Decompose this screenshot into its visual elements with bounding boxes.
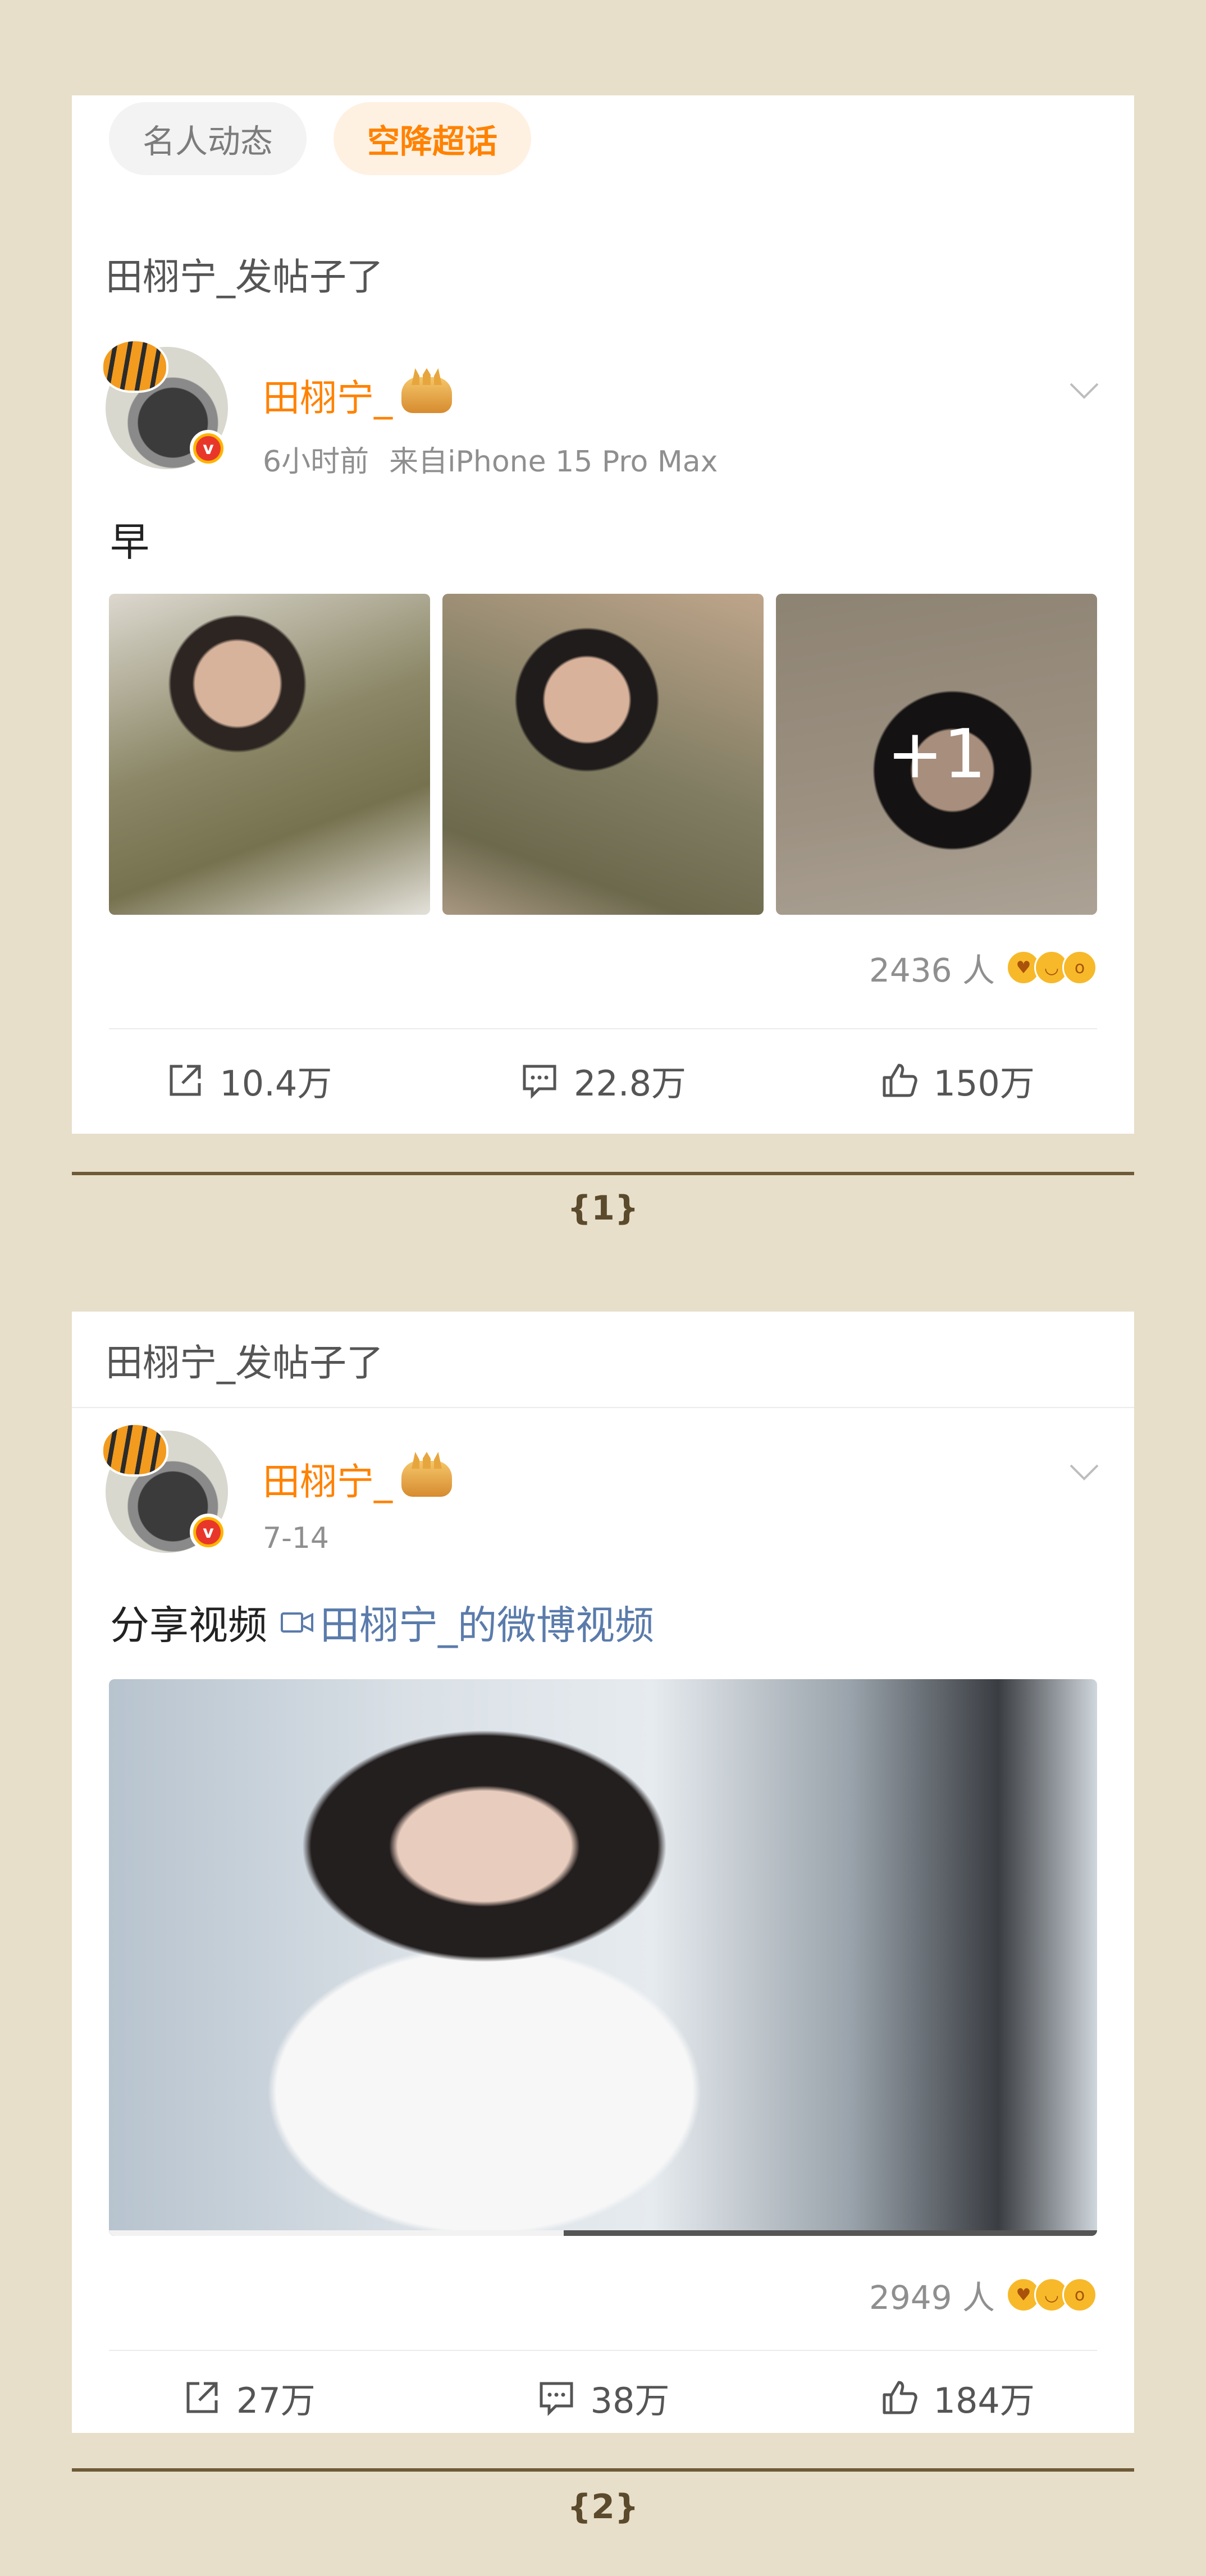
reaction-emojis: ♥ ◡ o xyxy=(1006,950,1097,985)
reaction-count: 2436 人 xyxy=(869,951,995,989)
author-row: 田栩宁_ xyxy=(263,1452,452,1506)
post-image-2[interactable] xyxy=(442,594,764,915)
repost-count: 27万 xyxy=(236,2380,316,2421)
page-number-2: {2} xyxy=(567,2487,639,2527)
avatar[interactable]: v xyxy=(101,339,228,469)
post-body: 早 xyxy=(110,519,149,565)
page-number-1: {1} xyxy=(567,1189,639,1228)
reaction-summary[interactable]: 2949 人 ♥ ◡ o xyxy=(869,2271,1097,2318)
video-progress-fill xyxy=(109,2230,564,2236)
video-player[interactable] xyxy=(109,1679,1097,2236)
like-count: 184万 xyxy=(933,2380,1035,2421)
repost-icon xyxy=(170,1065,201,1096)
author-row: 田栩宁_ xyxy=(263,368,452,422)
post-card-2: 田栩宁_发帖子了 v 田栩宁_ 7-14 分享视频 田栩宁_的微博视频 2949… xyxy=(72,1312,1134,2433)
comment-icon xyxy=(540,2382,573,2417)
post-image-1[interactable] xyxy=(109,594,430,915)
author-name[interactable]: 田栩宁_ xyxy=(263,1452,392,1506)
post-meta: 6小时前 来自iPhone 15 Pro Max xyxy=(263,438,718,480)
post-card-1: 名人动态 空降超话 田栩宁_发帖子了 v 田栩宁_ 6小时前 来自iPhone … xyxy=(72,95,1134,1134)
video-icon xyxy=(281,1612,313,1633)
post-header: 田栩宁_发帖子了 xyxy=(106,1341,383,1385)
reaction-summary[interactable]: 2436 人 ♥ ◡ o xyxy=(869,944,1097,991)
reaction-emojis: ♥ ◡ o xyxy=(1006,2277,1097,2312)
comment-button[interactable]: 38万 xyxy=(426,2367,780,2428)
like-count: 150万 xyxy=(933,1063,1035,1104)
page-ribbon-2 xyxy=(72,2468,1134,2472)
repost-icon xyxy=(186,2382,218,2413)
divider xyxy=(72,1407,1134,1408)
post-header: 田栩宁_发帖子了 xyxy=(106,255,383,299)
emoji-wow-icon: o xyxy=(1062,2277,1097,2312)
video-link-text: 田栩宁_的微博视频 xyxy=(320,1602,654,1648)
divider xyxy=(109,2350,1097,2351)
author-name[interactable]: 田栩宁_ xyxy=(263,368,392,422)
tab-chips: 名人动态 空降超话 xyxy=(109,102,532,175)
comment-button[interactable]: 22.8万 xyxy=(426,1049,780,1111)
repost-count: 10.4万 xyxy=(220,1063,332,1104)
post-time: 7-14 xyxy=(263,1521,330,1555)
comment-icon xyxy=(523,1065,556,1099)
verified-badge-icon: v xyxy=(190,430,227,467)
post-text: 分享视频 田栩宁_的微博视频 xyxy=(110,1594,654,1651)
like-button[interactable]: 150万 xyxy=(780,1049,1134,1111)
repost-button[interactable]: 10.4万 xyxy=(72,1049,426,1111)
action-bar: 27万 38万 184万 xyxy=(72,2367,1134,2428)
video-link[interactable]: 田栩宁_的微博视频 xyxy=(280,1594,654,1651)
crown-icon xyxy=(401,377,452,413)
avatar[interactable]: v xyxy=(101,1423,228,1553)
action-bar: 10.4万 22.8万 150万 xyxy=(72,1049,1134,1111)
post-meta: 7-14 xyxy=(263,1521,329,1555)
tab-supertopic[interactable]: 空降超话 xyxy=(334,102,532,175)
post-text: 早 xyxy=(110,511,149,567)
like-icon xyxy=(883,1064,917,1097)
page-ribbon-1 xyxy=(72,1172,1134,1175)
tiger-sticker-icon xyxy=(101,1423,168,1477)
post-time: 6小时前 xyxy=(263,445,369,479)
tab-celebrity-news[interactable]: 名人动态 xyxy=(109,102,307,175)
like-icon xyxy=(883,2381,917,2414)
tiger-sticker-icon xyxy=(101,339,168,393)
verified-badge-icon: v xyxy=(190,1514,227,1551)
post-source: 来自iPhone 15 Pro Max xyxy=(389,445,718,479)
emoji-wow-icon: o xyxy=(1062,950,1097,985)
chevron-down-icon[interactable] xyxy=(1069,1463,1099,1482)
video-progress-bar[interactable] xyxy=(109,2230,1097,2236)
comment-count: 38万 xyxy=(590,2380,670,2421)
post-body: 分享视频 xyxy=(110,1602,267,1648)
comment-count: 22.8万 xyxy=(573,1063,687,1104)
like-button[interactable]: 184万 xyxy=(780,2367,1134,2428)
more-images-count: +1 xyxy=(776,594,1097,915)
crown-icon xyxy=(401,1461,452,1497)
post-image-3[interactable]: +1 xyxy=(776,594,1097,915)
chevron-down-icon[interactable] xyxy=(1069,382,1099,401)
reaction-count: 2949 人 xyxy=(869,2279,995,2317)
divider xyxy=(109,1028,1097,1029)
repost-button[interactable]: 27万 xyxy=(72,2367,426,2428)
